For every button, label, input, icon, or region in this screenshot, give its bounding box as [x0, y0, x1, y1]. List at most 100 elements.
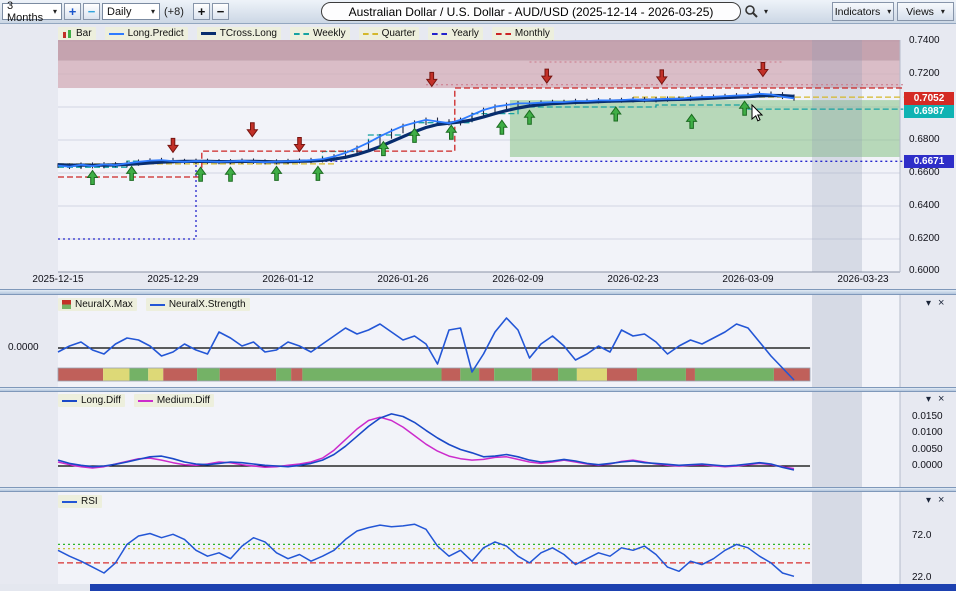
legend-item-long-diff[interactable]: Long.Diff: [58, 394, 125, 407]
line-swatch-icon: [138, 400, 153, 402]
date-axis-tick: 2026-02-23: [597, 274, 669, 285]
date-axis-tick: 2025-12-15: [22, 274, 94, 285]
price-axis-tick: 0.6200: [909, 233, 940, 244]
dashed-line-swatch-icon: [496, 33, 511, 35]
dashed-line-swatch-icon: [363, 33, 378, 35]
rsi-axis-tick: 22.0: [912, 572, 931, 583]
price-label-weekly: 0.6987: [904, 105, 954, 118]
diff-legend: Long.Diff Medium.Diff: [58, 394, 214, 407]
toolbar: 3 Months ▾ + − Daily ▾ (+8) + − Australi…: [0, 0, 956, 24]
price-axis-tick: 0.6600: [909, 167, 940, 178]
range-zoom-in-button[interactable]: +: [64, 3, 81, 20]
line-swatch-icon: [62, 400, 77, 402]
legend-label: Medium.Diff: [157, 395, 210, 406]
price-axis-tick: 0.6000: [909, 265, 940, 276]
legend-item-neuralx-strength[interactable]: NeuralX.Strength: [146, 298, 250, 311]
rsi-axis-tick: 72.0: [912, 530, 931, 541]
legend-item-quarter[interactable]: Quarter: [359, 27, 420, 40]
legend-item-yearly[interactable]: Yearly: [428, 27, 482, 40]
close-panel-icon[interactable]: ×: [938, 297, 944, 309]
legend-label: Yearly: [451, 28, 478, 39]
legend-label: TCross.Long: [220, 28, 277, 39]
bottom-edge-filler: [0, 584, 90, 591]
close-panel-icon[interactable]: ×: [938, 393, 944, 405]
legend-item-tcross-long[interactable]: TCross.Long: [197, 27, 281, 40]
chevron-down-icon: ▾: [941, 8, 945, 16]
range-select-value: 3 Months: [7, 0, 50, 24]
neuralx-panel-controls: ▾ ×: [926, 297, 944, 309]
close-panel-icon[interactable]: ×: [938, 494, 944, 506]
indicators-button-label: Indicators: [835, 6, 881, 18]
neuralx-max-icon: [62, 300, 71, 309]
diff-panel-controls: ▾ ×: [926, 393, 944, 405]
legend-item-neuralx-max[interactable]: NeuralX.Max: [58, 298, 137, 311]
legend-label: Long.Diff: [81, 395, 121, 406]
chevron-down-icon: ▾: [764, 8, 768, 16]
price-axis-tick: 0.6400: [909, 200, 940, 211]
price-axis-tick: 0.7200: [909, 68, 940, 79]
line-swatch-icon: [201, 32, 216, 35]
bottom-panel-edge: [90, 584, 956, 591]
price-label-predict: 0.7052: [904, 92, 954, 105]
chevron-down-icon: ▾: [53, 8, 57, 16]
collapse-panel-icon[interactable]: ▾: [926, 298, 931, 309]
remove-bars-button[interactable]: −: [212, 3, 229, 20]
line-swatch-icon: [62, 501, 77, 503]
search-control[interactable]: ▾: [744, 4, 768, 19]
line-swatch-icon: [109, 33, 124, 35]
views-button-label: Views: [906, 6, 934, 18]
rsi-panel[interactable]: [0, 492, 956, 584]
price-chart-canvas[interactable]: [0, 24, 956, 289]
diff-axis-tick: 0.0050: [912, 444, 943, 455]
neuralx-legend: NeuralX.Max NeuralX.Strength: [58, 298, 250, 311]
legend-label: NeuralX.Max: [75, 299, 133, 310]
predicted-bars-offset: (+8): [164, 6, 184, 18]
period-select-value: Daily: [107, 6, 131, 18]
legend-label: RSI: [81, 496, 98, 507]
indicators-button[interactable]: Indicators ▾: [832, 2, 894, 21]
collapse-panel-icon[interactable]: ▾: [926, 394, 931, 405]
chart-title-text: Australian Dollar / U.S. Dollar - AUD/US…: [349, 5, 714, 19]
date-axis-tick: 2026-02-09: [482, 274, 554, 285]
legend-item-long-predict[interactable]: Long.Predict: [105, 27, 188, 40]
search-icon: [744, 4, 759, 19]
neuralx-zero-label: 0.0000: [8, 342, 39, 353]
price-label-yearly: 0.6671: [904, 155, 954, 168]
date-axis-tick: 2026-01-26: [367, 274, 439, 285]
range-zoom-out-button[interactable]: −: [83, 3, 100, 20]
diff-axis-tick: 0.0000: [912, 460, 943, 471]
legend-label: NeuralX.Strength: [169, 299, 246, 310]
add-bars-button[interactable]: +: [193, 3, 210, 20]
date-axis-tick: 2025-12-29: [137, 274, 209, 285]
rsi-legend: RSI: [58, 495, 102, 508]
views-button[interactable]: Views ▾: [897, 2, 954, 21]
diff-axis-tick: 0.0100: [912, 427, 943, 438]
legend-label: Bar: [76, 28, 92, 39]
dashed-line-swatch-icon: [294, 33, 309, 35]
legend-label: Monthly: [515, 28, 550, 39]
price-chart-legend: Bar Long.Predict TCross.Long Weekly Quar…: [58, 27, 554, 40]
period-select[interactable]: Daily ▾: [102, 3, 160, 20]
dashed-line-swatch-icon: [432, 33, 447, 35]
rsi-chart-canvas[interactable]: [0, 492, 956, 584]
range-select[interactable]: 3 Months ▾: [2, 3, 62, 20]
legend-label: Long.Predict: [128, 28, 184, 39]
line-swatch-icon: [150, 304, 165, 306]
date-axis-tick: 2026-03-09: [712, 274, 784, 285]
legend-item-medium-diff[interactable]: Medium.Diff: [134, 394, 214, 407]
rsi-panel-controls: ▾ ×: [926, 494, 944, 506]
legend-item-bar[interactable]: Bar: [58, 27, 96, 40]
chevron-down-icon: ▾: [151, 8, 155, 16]
price-chart-panel[interactable]: [0, 24, 956, 289]
date-axis-tick: 2026-03-23: [827, 274, 899, 285]
legend-item-rsi[interactable]: RSI: [58, 495, 102, 508]
legend-item-monthly[interactable]: Monthly: [492, 27, 554, 40]
chart-title: Australian Dollar / U.S. Dollar - AUD/US…: [321, 2, 741, 21]
legend-item-weekly[interactable]: Weekly: [290, 27, 350, 40]
date-axis-tick: 2026-01-12: [252, 274, 324, 285]
collapse-panel-icon[interactable]: ▾: [926, 495, 931, 506]
diff-axis-tick: 0.0150: [912, 411, 943, 422]
legend-label: Quarter: [382, 28, 416, 39]
vantagepoint-window: 3 Months ▾ + − Daily ▾ (+8) + − Australi…: [0, 0, 956, 591]
bar-style-icon: [62, 29, 72, 39]
